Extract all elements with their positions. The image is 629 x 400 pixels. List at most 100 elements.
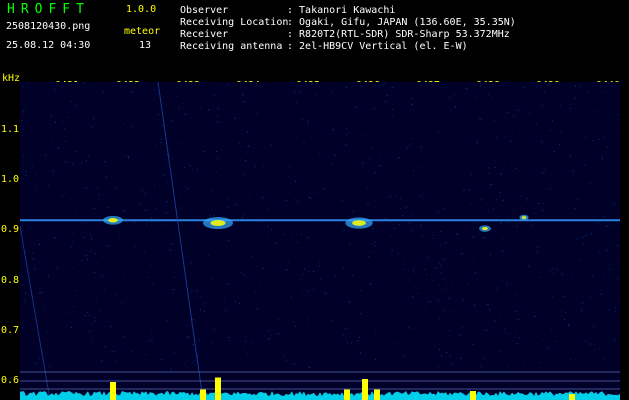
noise-pixel [93,208,95,209]
noise-pixel [134,221,135,223]
noise-pixel [437,93,439,95]
noise-pixel [488,167,490,169]
noise-pixel [233,338,235,340]
noise-pixel [427,256,429,258]
noise-pixel [30,226,32,228]
noise-pixel [313,185,315,187]
noise-pixel [348,132,349,133]
noise-pixel [256,265,258,267]
noise-pixel [501,200,503,202]
y-tick-label: 0.7 [1,325,20,336]
noise-pixel [245,160,247,162]
noise-pixel [464,301,466,303]
noise-pixel [480,365,482,367]
noise-pixel [83,237,85,239]
noise-pixel [50,255,51,257]
noise-pixel [217,116,219,118]
noise-pixel [436,299,438,300]
noise-pixel [345,144,347,146]
noise-pixel [310,345,312,347]
noise-pixel [403,261,405,263]
noise-pixel [347,367,349,369]
noise-pixel [316,192,318,194]
noise-pixel [406,206,408,208]
meteor-count: 13 [139,40,152,51]
noise-pixel [495,159,497,161]
noise-pixel [104,346,106,348]
noise-pixel [220,168,222,170]
noise-pixel [128,156,130,158]
noise-pixel [378,86,380,87]
noise-pixel [506,283,508,285]
noise-pixel [500,174,501,176]
noise-pixel [547,188,549,190]
noise-pixel [163,174,165,176]
noise-pixel [311,82,313,84]
noise-pixel [39,244,40,245]
noise-pixel [47,275,49,276]
noise-pixel [399,343,401,345]
noise-pixel [81,232,83,234]
noise-pixel [271,229,272,231]
noise-pixel [218,121,219,123]
noise-pixel [213,329,215,331]
noise-pixel [90,251,92,253]
noise-pixel [325,293,327,295]
noise-pixel [208,255,209,256]
noise-pixel [561,273,563,275]
noise-pixel [303,273,305,275]
noise-pixel [238,142,240,144]
noise-pixel [312,288,314,290]
noise-pixel [425,176,427,178]
noise-pixel [564,295,566,297]
noise-pixel [599,250,601,252]
noise-pixel [429,301,431,303]
noise-pixel [534,226,536,228]
noise-pixel [391,87,393,88]
noise-pixel [369,157,371,159]
noise-pixel [346,86,347,88]
noise-pixel [499,192,501,193]
noise-pixel [161,359,163,361]
noise-pixel [156,157,158,159]
noise-pixel [460,357,462,359]
noise-pixel [63,127,65,129]
noise-pixel [439,86,441,88]
noise-pixel [342,267,344,269]
noise-pixel [511,164,513,166]
noise-pixel [54,89,56,91]
noise-pixel [289,165,291,167]
noise-pixel [463,189,465,191]
noise-pixel [614,311,616,313]
noise-pixel [355,106,357,108]
noise-pixel [375,201,376,203]
noise-pixel [432,237,434,239]
noise-pixel [247,179,249,181]
noise-pixel [92,322,93,324]
noise-pixel [529,112,531,114]
noise-pixel [88,347,90,349]
noise-pixel [94,317,96,319]
noise-pixel [45,309,47,311]
noise-pixel [288,262,290,263]
noise-pixel [542,325,544,327]
noise-pixel [429,119,431,121]
noise-pixel [527,147,529,149]
noise-pixel [502,279,504,281]
noise-pixel [45,213,47,215]
noise-pixel [297,241,299,243]
noise-pixel [420,146,422,148]
noise-pixel [602,259,604,261]
noise-pixel [412,296,414,298]
noise-pixel [411,98,413,100]
noise-pixel [290,356,292,358]
noise-pixel [141,189,143,191]
noise-pixel [197,169,199,171]
noise-pixel [85,281,87,283]
noise-pixel [554,329,556,331]
noise-pixel [589,296,591,298]
noise-pixel [439,349,441,351]
sweep-trace [157,82,204,400]
noise-pixel [399,323,401,325]
noise-pixel [263,165,265,167]
